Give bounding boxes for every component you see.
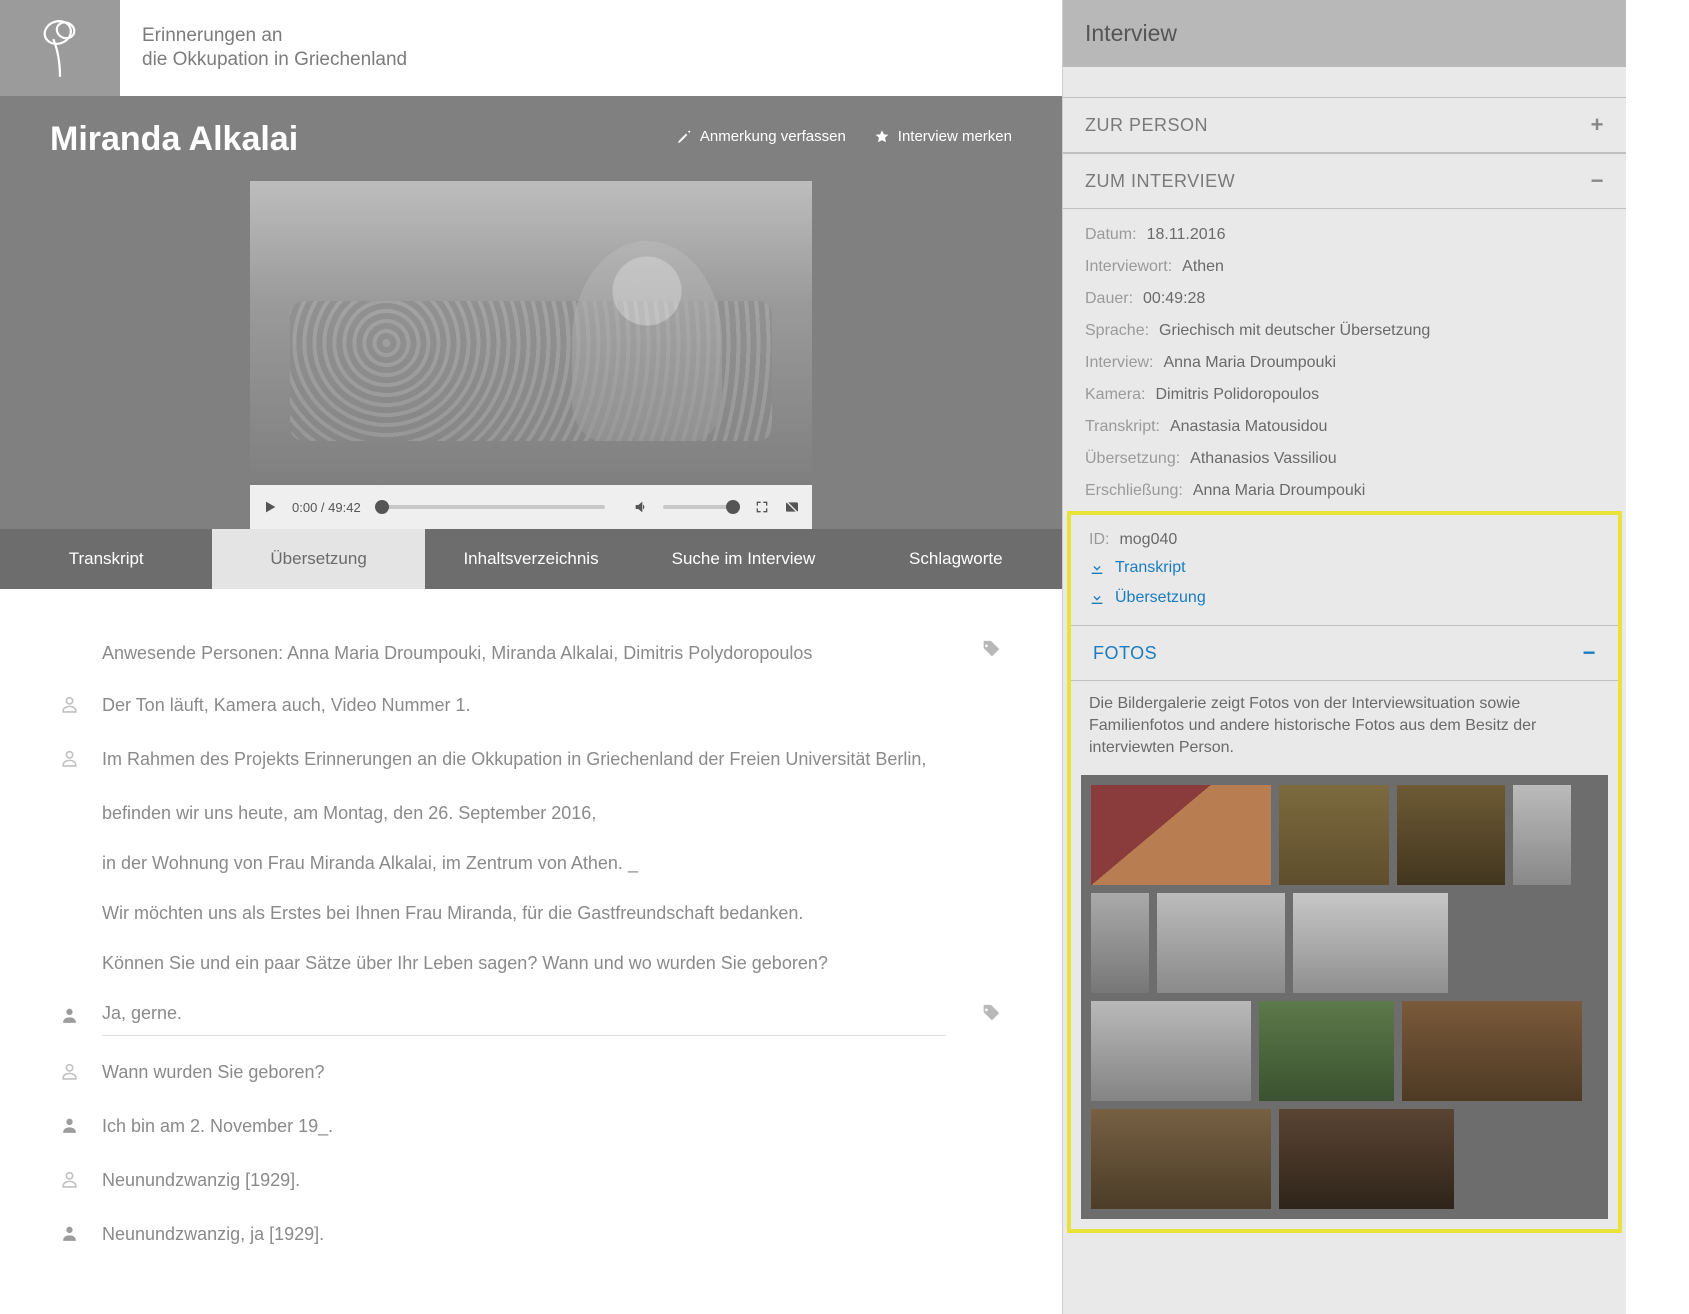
transcript-line[interactable]: Ja, gerne. <box>60 999 1002 1036</box>
tag-button[interactable] <box>980 639 1002 669</box>
tag-button[interactable] <box>980 1003 1002 1033</box>
download-uebersetzung-link[interactable]: Übersetzung <box>1089 583 1600 613</box>
transcript-line[interactable]: Ich bin am 2. November 19_. <box>60 1112 1002 1144</box>
gallery-thumb[interactable] <box>1513 785 1571 885</box>
section-header-zum-interview[interactable]: ZUM INTERVIEW − <box>1063 154 1626 209</box>
photo-gallery <box>1081 775 1608 1219</box>
video-controls: 0:00 / 49:42 <box>250 485 812 529</box>
gallery-thumb[interactable] <box>1091 893 1149 993</box>
transcript-line-cont[interactable]: befinden wir uns heute, am Montag, den 2… <box>60 799 1002 827</box>
person-outline-icon <box>60 1168 79 1190</box>
site-header: Erinnerungen an die Okkupation in Griech… <box>0 0 1062 96</box>
hero-section: Miranda Alkalai Anmerkung verfassen Inte… <box>0 96 1062 529</box>
speaker-interviewee-icon <box>60 1002 82 1034</box>
interview-metadata: Datum:18.11.2016 Interviewort:Athen Daue… <box>1063 209 1626 511</box>
hero-actions: Anmerkung verfassen Interview merken <box>676 120 1012 145</box>
transcript-panel: Anwesende Personen: Anna Maria Droumpouk… <box>0 589 1062 1314</box>
fullscreen-icon <box>754 499 770 515</box>
gallery-thumb[interactable] <box>1279 1109 1454 1209</box>
section-zur-person: ZUR PERSON + <box>1063 97 1626 153</box>
volume-bar[interactable] <box>663 505 740 509</box>
closed-caption-off-icon <box>784 499 800 515</box>
transcript-line-cont[interactable]: Wir möchten uns als Erstes bei Ihnen Fra… <box>60 899 1002 927</box>
video-time: 0:00 / 49:42 <box>292 500 361 515</box>
flower-icon <box>37 17 83 79</box>
transcript-line[interactable]: Der Ton läuft, Kamera auch, Video Nummer… <box>60 691 1002 723</box>
gallery-thumb[interactable] <box>1293 893 1448 993</box>
speaker-interviewer-icon <box>60 691 82 723</box>
tab-inhaltsverzeichnis[interactable]: Inhaltsverzeichnis <box>425 529 637 589</box>
transcript-line[interactable]: Im Rahmen des Projekts Erinnerungen an d… <box>60 745 1002 777</box>
play-button[interactable] <box>262 499 278 515</box>
seek-bar[interactable] <box>375 505 605 509</box>
tag-icon <box>980 639 1002 661</box>
fullscreen-button[interactable] <box>754 499 770 515</box>
page-title: Miranda Alkalai <box>50 120 298 159</box>
person-outline-icon <box>60 747 79 769</box>
tag-icon <box>980 1003 1002 1025</box>
gallery-thumb[interactable] <box>1402 1001 1582 1101</box>
sidebar: Interview ZUR PERSON + ZUM INTERVIEW − D… <box>1062 0 1626 1314</box>
speaker-interviewer-icon <box>60 1058 82 1090</box>
site-title: Erinnerungen an die Okkupation in Griech… <box>142 24 407 72</box>
star-icon <box>874 129 890 145</box>
download-icon <box>1089 560 1105 576</box>
transcript-line[interactable]: Neunundzwanzig [1929]. <box>60 1166 1002 1198</box>
speaker-interviewee-icon <box>60 1112 82 1144</box>
gallery-thumb[interactable] <box>1091 1109 1271 1209</box>
cc-button[interactable] <box>784 499 800 515</box>
minus-icon: − <box>1583 640 1596 666</box>
tab-schlagworte[interactable]: Schlagworte <box>850 529 1062 589</box>
mute-button[interactable] <box>633 499 649 515</box>
tab-uebersetzung[interactable]: Übersetzung <box>212 529 424 589</box>
speaker-interviewer-icon <box>60 745 82 777</box>
section-zum-interview: ZUM INTERVIEW − Datum:18.11.2016 Intervi… <box>1063 153 1626 1233</box>
person-solid-icon <box>60 1222 79 1244</box>
transcript-note-row: Anwesende Personen: Anna Maria Droumpouk… <box>60 639 1002 669</box>
gallery-thumb[interactable] <box>1157 893 1285 993</box>
plus-icon: + <box>1591 112 1604 138</box>
section-header-fotos[interactable]: FOTOS − <box>1071 626 1618 681</box>
transcript-line[interactable]: Wann wurden Sie geboren? <box>60 1058 1002 1090</box>
person-solid-icon <box>60 1004 79 1026</box>
transcript-note: Anwesende Personen: Anna Maria Droumpouk… <box>102 639 960 667</box>
tab-transkript[interactable]: Transkript <box>0 529 212 589</box>
gallery-thumb[interactable] <box>1091 1001 1251 1101</box>
bookmark-button[interactable]: Interview merken <box>874 128 1012 145</box>
volume-icon <box>633 499 649 515</box>
person-solid-icon <box>60 1114 79 1136</box>
video-player[interactable]: 0:00 / 49:42 <box>250 181 812 529</box>
highlighted-region: ID:mog040 Transkript Übersetzung FOTOS − <box>1067 511 1622 1233</box>
transcript-line-cont[interactable]: in der Wohnung von Frau Miranda Alkalai,… <box>60 849 1002 877</box>
pencil-icon <box>676 129 692 145</box>
download-icon <box>1089 590 1105 606</box>
person-outline-icon <box>60 1060 79 1082</box>
gallery-thumb[interactable] <box>1091 785 1271 885</box>
speaker-interviewee-icon <box>60 1220 82 1252</box>
video-frame[interactable] <box>250 181 812 485</box>
gallery-thumb[interactable] <box>1259 1001 1394 1101</box>
write-note-button[interactable]: Anmerkung verfassen <box>676 128 846 145</box>
tab-suche[interactable]: Suche im Interview <box>637 529 849 589</box>
site-logo[interactable] <box>0 0 120 96</box>
minus-icon: − <box>1591 168 1604 194</box>
person-outline-icon <box>60 693 79 715</box>
gallery-thumb[interactable] <box>1279 785 1389 885</box>
transcript-line-cont[interactable]: Können Sie und ein paar Sätze über Ihr L… <box>60 949 1002 977</box>
fotos-description: Die Bildergalerie zeigt Fotos von der In… <box>1071 681 1618 775</box>
gallery-thumb[interactable] <box>1397 785 1505 885</box>
play-icon <box>262 499 278 515</box>
section-header-zur-person[interactable]: ZUR PERSON + <box>1063 98 1626 153</box>
transcript-line[interactable]: Neunundzwanzig, ja [1929]. <box>60 1220 1002 1252</box>
main-column: Erinnerungen an die Okkupation in Griech… <box>0 0 1062 1314</box>
speaker-interviewer-icon <box>60 1166 82 1198</box>
sidebar-title: Interview <box>1063 0 1626 67</box>
content-tabs: Transkript Übersetzung Inhaltsverzeichni… <box>0 529 1062 589</box>
download-transkript-link[interactable]: Transkript <box>1089 553 1600 583</box>
